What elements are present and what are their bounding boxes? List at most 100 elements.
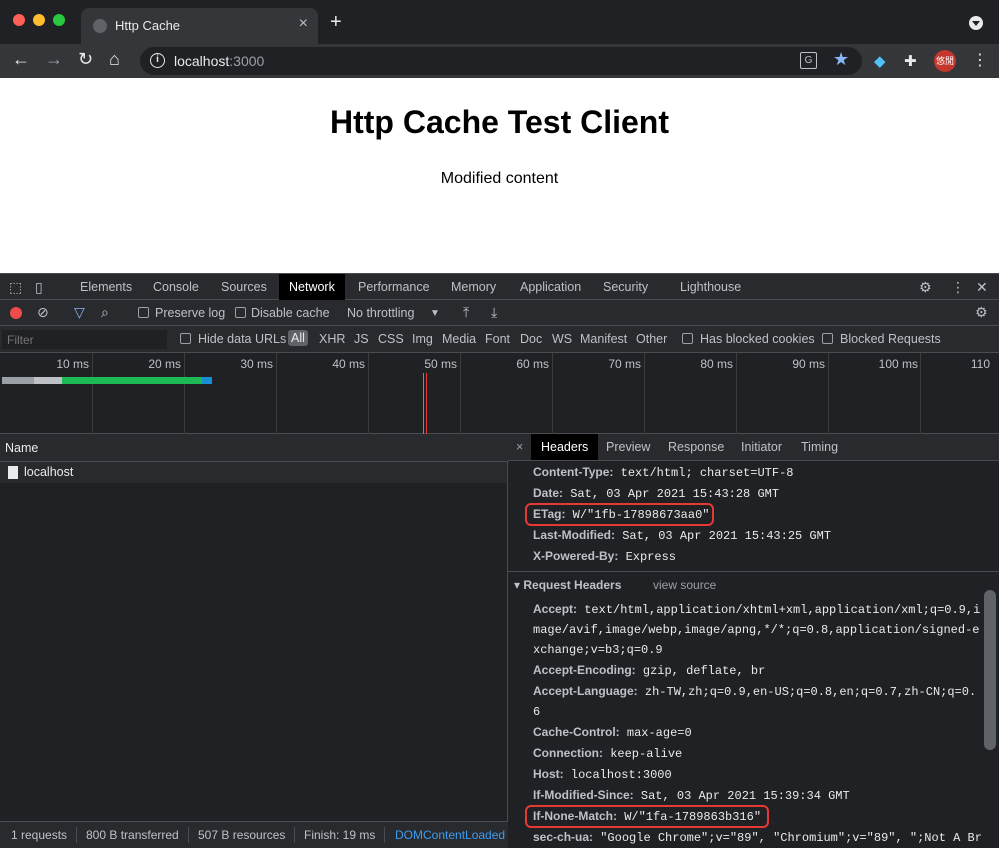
type-filter-xhr[interactable]: XHR (319, 332, 345, 346)
tab-elements[interactable]: Elements (80, 274, 132, 300)
inspect-element-icon[interactable]: ⬚ (9, 279, 22, 296)
tab-performance[interactable]: Performance (358, 274, 430, 300)
tab-preview[interactable]: Preview (606, 434, 650, 460)
blocked-requests-checkbox[interactable] (822, 333, 833, 344)
record-icon[interactable] (10, 307, 22, 319)
site-info-icon[interactable]: i (150, 53, 165, 68)
preserve-log-checkbox[interactable] (138, 307, 149, 318)
star-icon[interactable]: ★ (833, 49, 849, 70)
address-bar[interactable]: i localhost:3000 G ★ (140, 47, 862, 75)
hide-data-urls-checkbox[interactable] (180, 333, 191, 344)
network-overview-timeline[interactable]: 10 ms 20 ms 30 ms 40 ms 50 ms 60 ms 70 m… (0, 353, 999, 434)
type-filter-doc[interactable]: Doc (520, 332, 542, 346)
header-value: Express (625, 550, 676, 564)
tab-security[interactable]: Security (603, 274, 648, 300)
more-menu-icon[interactable]: ⋮ (972, 50, 988, 70)
tab-initiator[interactable]: Initiator (741, 434, 782, 460)
section-divider (508, 571, 999, 572)
url-port: :3000 (229, 53, 265, 69)
table-row[interactable]: localhost (0, 462, 507, 483)
tab-console[interactable]: Console (153, 274, 199, 300)
extension-gem-icon[interactable]: ◆ (874, 52, 886, 70)
header-row: Accept-Encoding: gzip, deflate, br (533, 663, 765, 678)
page-content: Modified content (440, 170, 559, 187)
maximize-window-button[interactable] (53, 14, 65, 26)
type-filter-js[interactable]: JS (354, 332, 369, 346)
header-key: Last-Modified: (533, 528, 615, 542)
timeline-tick: 40 ms (332, 357, 365, 371)
header-value: "Google Chrome";v="89", "Chromium";v="89… (600, 831, 982, 845)
type-filter-img[interactable]: Img (412, 332, 433, 346)
tab-application[interactable]: Application (520, 274, 581, 300)
puzzle-icon[interactable]: ✚ (904, 52, 917, 70)
close-window-button[interactable] (13, 14, 25, 26)
view-source-link[interactable]: view source (653, 578, 716, 592)
header-value: 6 (533, 705, 541, 719)
reload-icon[interactable]: ↻ (78, 49, 93, 70)
disable-cache-checkbox[interactable] (235, 307, 246, 318)
back-arrow-icon[interactable]: ← (12, 49, 30, 70)
settings-gear-icon[interactable]: ⚙ (919, 279, 932, 296)
translate-icon[interactable]: G (800, 52, 817, 69)
type-filter-font[interactable]: Font (485, 332, 510, 346)
tab-headers[interactable]: Headers (531, 434, 599, 460)
timeline-gridline (920, 353, 921, 434)
type-filter-css[interactable]: CSS (378, 332, 404, 346)
header-row: 6 (533, 704, 540, 719)
header-value: text/html,application/xhtml+xml,applicat… (584, 603, 981, 617)
header-value: xchange;v=b3;q=0.9 (533, 643, 663, 657)
chevron-down-icon[interactable]: ▼ (430, 308, 440, 319)
browser-tab[interactable]: Http Cache × (81, 8, 318, 44)
timeline-gridline (92, 353, 93, 434)
timeline-bar-download (202, 377, 212, 384)
device-toolbar-icon[interactable]: ▯ (35, 279, 43, 296)
divider (384, 827, 385, 843)
throttling-select[interactable]: No throttling (347, 306, 414, 320)
devtools-more-icon[interactable]: ⋮ (951, 279, 965, 296)
close-devtools-icon[interactable]: ✕ (976, 279, 988, 296)
tab-lighthouse[interactable]: Lighthouse (680, 274, 741, 300)
timeline-tick: 100 ms (878, 357, 918, 371)
tab-response[interactable]: Response (668, 434, 724, 460)
header-key: sec-ch-ua: (533, 830, 594, 844)
network-settings-gear-icon[interactable]: ⚙ (975, 304, 988, 321)
clear-icon[interactable]: ⊘ (37, 304, 49, 321)
header-value: text/html; charset=UTF-8 (620, 466, 794, 480)
tab-close-icon[interactable]: × (299, 15, 308, 33)
header-row: X-Powered-By: Express (533, 549, 676, 564)
header-key: If-Modified-Since: (533, 788, 634, 802)
url-text: localhost:3000 (174, 53, 264, 69)
filter-input[interactable] (2, 330, 167, 349)
type-filter-manifest[interactable]: Manifest (580, 332, 627, 346)
request-count: 1 requests (11, 828, 68, 842)
header-row: If-Modified-Since: Sat, 03 Apr 2021 15:3… (533, 788, 850, 803)
request-headers-section[interactable]: ▾ Request Headers (514, 578, 621, 592)
search-icon[interactable]: ⌕ (101, 304, 109, 321)
network-toolbar: ⊘ ▽ ⌕ Preserve log Disable cache No thro… (0, 300, 999, 326)
minimize-window-button[interactable] (33, 14, 45, 26)
name-column-header[interactable]: Name (0, 434, 508, 462)
filter-icon[interactable]: ▽ (74, 304, 85, 321)
blocked-cookies-checkbox[interactable] (682, 333, 693, 344)
type-filter-media[interactable]: Media (442, 332, 476, 346)
import-har-icon[interactable]: ⤒ (463, 304, 469, 321)
export-har-icon[interactable]: ⤓ (491, 304, 497, 321)
tab-sources[interactable]: Sources (221, 274, 267, 300)
tab-memory[interactable]: Memory (451, 274, 496, 300)
tab-network[interactable]: Network (279, 274, 345, 300)
forward-arrow-icon[interactable]: → (45, 49, 63, 70)
devtools-tabbar: ⬚ ▯ Elements Console Sources Network Per… (0, 273, 999, 300)
close-detail-icon[interactable]: × (516, 434, 523, 460)
timeline-bar-queue (2, 377, 34, 384)
type-filter-other[interactable]: Other (636, 332, 667, 346)
detail-scrollbar[interactable] (984, 590, 996, 750)
type-filter-ws[interactable]: WS (552, 332, 572, 346)
type-filter-all[interactable]: All (288, 330, 308, 346)
new-tab-button[interactable]: + (330, 11, 342, 34)
tab-timing[interactable]: Timing (801, 434, 838, 460)
home-icon[interactable]: ⌂ (109, 49, 120, 70)
dom-content-loaded-link[interactable]: DOMContentLoaded (395, 828, 505, 842)
timeline-gridline (736, 353, 737, 434)
tab-search-icon[interactable] (969, 16, 983, 30)
avatar[interactable]: 悠閒 (934, 50, 956, 72)
